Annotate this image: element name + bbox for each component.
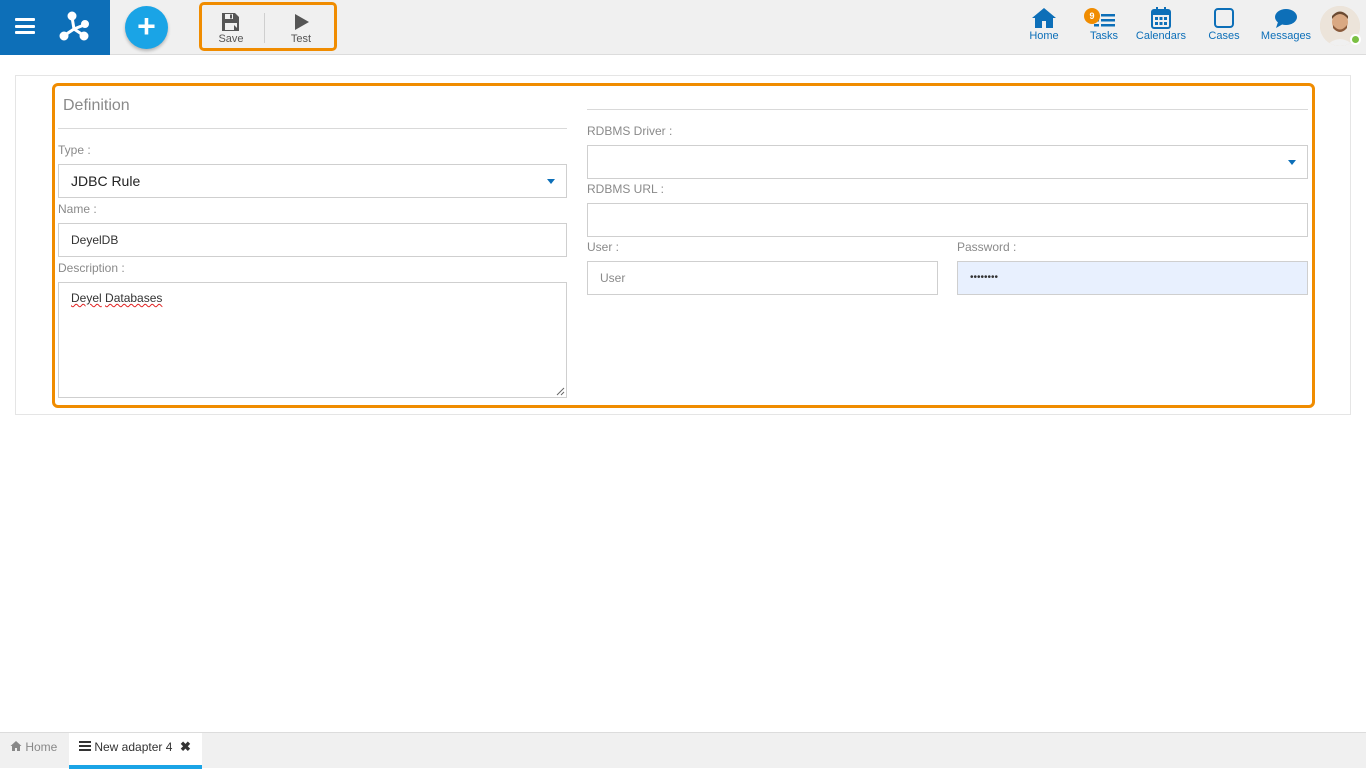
home-icon — [10, 741, 22, 751]
home-icon — [1032, 8, 1056, 28]
nav-tasks-label: Tasks — [1089, 30, 1119, 42]
name-value: DeyelDB — [71, 233, 119, 247]
bottom-tab-bar: Home New adapter 4 ✖ — [0, 732, 1366, 769]
description-value-word1: Deyel — [71, 291, 102, 305]
toolbar-highlight: Save Test — [199, 2, 337, 51]
save-label: Save — [218, 33, 244, 45]
section-title: Definition — [63, 97, 130, 114]
online-status-indicator — [1350, 34, 1361, 45]
test-label: Test — [290, 33, 312, 45]
test-button[interactable]: Test — [272, 7, 330, 49]
messages-icon — [1275, 9, 1297, 28]
nav-cases-label: Cases — [1208, 30, 1240, 42]
tab-home[interactable]: Home — [0, 733, 69, 769]
hamburger-menu-icon[interactable] — [15, 18, 35, 34]
user-label: User : — [587, 240, 620, 254]
close-tab-icon[interactable]: ✖ — [180, 733, 191, 761]
resize-handle-icon[interactable] — [556, 387, 565, 396]
calendar-icon — [1151, 7, 1171, 29]
nav-home-label: Home — [1029, 30, 1059, 42]
add-new-button[interactable]: + — [125, 6, 168, 49]
toolbar-divider — [264, 13, 265, 43]
name-label: Name : — [58, 202, 97, 216]
user-placeholder: User — [600, 271, 626, 285]
user-input[interactable]: User — [587, 261, 938, 295]
cases-icon — [1214, 8, 1234, 28]
tasks-badge: 9 — [1084, 8, 1100, 24]
rdbms-url-input[interactable] — [587, 203, 1308, 237]
type-label: Type : — [58, 143, 91, 157]
rdbms-driver-select[interactable] — [587, 145, 1308, 179]
nav-home[interactable]: Home — [1024, 6, 1064, 50]
name-input[interactable]: DeyelDB — [58, 223, 567, 257]
chevron-down-icon — [547, 179, 555, 184]
list-icon — [79, 741, 91, 751]
tab-new-adapter-label: New adapter 4 — [94, 740, 173, 754]
top-bar: + Save Test Home Tasks 9 Calendars Cases… — [0, 0, 1366, 55]
nav-messages-label: Messages — [1260, 30, 1312, 42]
app-menu-block — [0, 0, 110, 55]
section-divider-right — [587, 109, 1308, 110]
password-input[interactable]: •••••••• — [957, 261, 1308, 295]
tab-new-adapter[interactable]: New adapter 4 ✖ — [69, 733, 202, 769]
nav-calendars[interactable]: Calendars — [1134, 6, 1188, 50]
password-value: •••••••• — [970, 272, 999, 283]
nav-cases[interactable]: Cases — [1204, 6, 1244, 50]
nav-messages[interactable]: Messages — [1258, 6, 1314, 50]
rdbms-url-label: RDBMS URL : — [587, 182, 664, 196]
description-value-word2: Databases — [105, 291, 163, 305]
chevron-down-icon — [1288, 160, 1296, 165]
tab-home-label: Home — [25, 740, 58, 754]
description-label: Description : — [58, 261, 125, 275]
section-divider-left — [58, 128, 567, 129]
type-select[interactable]: JDBC Rule — [58, 164, 567, 198]
type-value: JDBC Rule — [71, 173, 141, 189]
deyel-logo-icon[interactable] — [56, 9, 92, 45]
save-button[interactable]: Save — [202, 7, 260, 49]
rdbms-driver-label: RDBMS Driver : — [587, 124, 673, 138]
description-textarea[interactable]: Deyel Databases — [58, 282, 567, 398]
save-icon — [222, 13, 239, 31]
password-label: Password : — [957, 240, 1017, 254]
play-icon — [295, 14, 309, 30]
nav-calendars-label: Calendars — [1135, 30, 1187, 42]
